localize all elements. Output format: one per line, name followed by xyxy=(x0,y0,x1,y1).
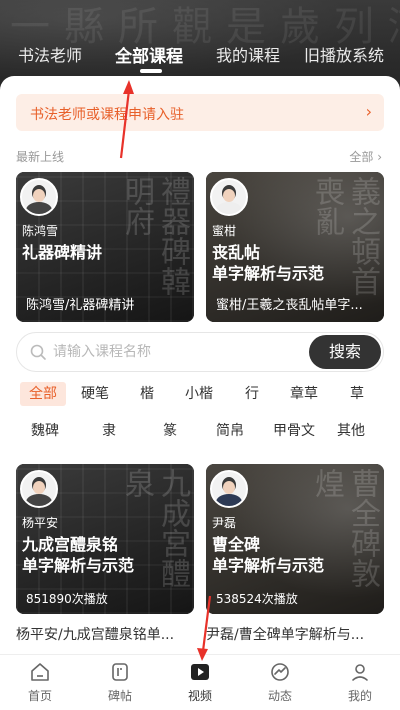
nav-item-feed[interactable]: 动态 xyxy=(255,661,305,704)
avatar xyxy=(210,178,248,216)
filter-cao[interactable]: 草 xyxy=(334,382,380,406)
top-tabs: 书法老师 全部课程 我的课程 旧播放系统 xyxy=(0,42,400,72)
filter-jianbo[interactable]: 简帛 xyxy=(207,419,253,443)
nav-label: 视频 xyxy=(187,689,212,703)
nav-item-video[interactable]: 视频 xyxy=(175,661,225,704)
teacher-name: 尹磊 xyxy=(212,516,237,530)
course-card[interactable]: 禮器碑韓明府 陈鸿雪 礼器碑精讲 陈鸿雪/礼器碑精讲 xyxy=(16,172,194,322)
home-icon xyxy=(31,663,49,681)
search-icon xyxy=(30,344,46,360)
filter-zhangcao[interactable]: 章草 xyxy=(281,382,327,406)
nav-item-rubbings[interactable]: 碑帖 xyxy=(95,661,145,704)
filter-li[interactable]: 隶 xyxy=(86,419,132,443)
course-title: 九成宫醴泉铭 单字解析与示范 xyxy=(22,535,135,575)
tab-my-courses[interactable]: 我的课程 xyxy=(216,42,280,66)
tab-old-player[interactable]: 旧播放系统 xyxy=(304,42,384,66)
course-card[interactable]: 義之頓首喪亂 蜜柑 丧乱帖 单字解析与示范 蜜柑/王羲之丧乱帖单字... xyxy=(206,172,384,322)
tab-all-courses[interactable]: 全部课程 xyxy=(115,42,183,67)
nav-label: 我的 xyxy=(347,689,372,703)
nav-item-mine[interactable]: 我的 xyxy=(335,661,385,704)
course-title: 丧乱帖 单字解析与示范 xyxy=(212,243,325,283)
banner-text: 书法老师或课程申请入驻 xyxy=(30,107,184,123)
course-title: 礼器碑精讲 xyxy=(22,243,103,262)
apply-banner[interactable]: 书法老师或课程申请入驻 › xyxy=(16,94,384,131)
course-subtitle: 陈鸿雪/礼器碑精讲 xyxy=(26,298,135,313)
active-tab-indicator xyxy=(140,69,162,73)
see-all-link[interactable]: 全部 › xyxy=(349,148,382,165)
avatar xyxy=(20,470,58,508)
video-play-icon xyxy=(191,664,209,680)
filter-hard-pen[interactable]: 硬笔 xyxy=(72,382,118,406)
search-input[interactable] xyxy=(53,341,303,363)
filter-weibei[interactable]: 魏碑 xyxy=(22,419,68,443)
bottom-nav: 首页 碑帖 视频 动态 我的 xyxy=(0,654,400,710)
avatar xyxy=(210,470,248,508)
play-count: 851890次播放 xyxy=(26,592,108,606)
teacher-name: 杨平安 xyxy=(22,516,59,530)
filter-zhuan[interactable]: 篆 xyxy=(147,419,193,443)
course-subtitle: 蜜柑/王羲之丧乱帖单字... xyxy=(216,298,363,313)
see-all-label: 全部 xyxy=(349,150,374,164)
filter-all[interactable]: 全部 xyxy=(20,382,66,406)
chevron-right-icon: › xyxy=(377,150,382,164)
main-content: 书法老师或课程申请入驻 › 最新上线 全部 › 禮器碑韓明府 陈鸿雪 礼器碑精讲… xyxy=(0,76,400,654)
course-title: 曹全碑 单字解析与示范 xyxy=(212,535,325,575)
filter-xing[interactable]: 行 xyxy=(229,382,275,406)
user-icon xyxy=(352,664,368,681)
teacher-name: 蜜柑 xyxy=(212,224,237,238)
search-button[interactable]: 搜索 xyxy=(309,335,381,369)
filter-oracle-bone[interactable]: 甲骨文 xyxy=(268,419,320,443)
filter-small-kai[interactable]: 小楷 xyxy=(176,382,222,406)
nav-label: 动态 xyxy=(267,689,292,703)
section-title-latest: 最新上线 xyxy=(16,150,65,164)
course-card[interactable]: 九成宮醴泉 杨平安 九成宫醴泉铭 单字解析与示范 851890次播放 xyxy=(16,464,194,614)
filter-kai[interactable]: 楷 xyxy=(124,382,170,406)
course-caption[interactable]: 尹磊/曹全碑单字解析与... xyxy=(206,624,384,644)
book-icon xyxy=(112,663,128,681)
nav-label: 首页 xyxy=(27,689,52,703)
play-count: 538524次播放 xyxy=(216,592,298,606)
tab-calligraphy-teacher[interactable]: 书法老师 xyxy=(18,42,82,66)
teacher-name: 陈鸿雪 xyxy=(22,224,59,238)
nav-item-home[interactable]: 首页 xyxy=(15,661,65,704)
chevron-right-icon: › xyxy=(365,102,372,121)
course-card[interactable]: 曹全碑敦煌 尹磊 曹全碑 单字解析与示范 538524次播放 xyxy=(206,464,384,614)
search-bar: 搜索 xyxy=(16,332,384,372)
avatar xyxy=(20,178,58,216)
trend-icon xyxy=(271,663,289,681)
course-caption[interactable]: 杨平安/九成宫醴泉铭单... xyxy=(16,624,194,644)
filter-other[interactable]: 其他 xyxy=(328,419,374,443)
nav-label: 碑帖 xyxy=(107,689,132,703)
